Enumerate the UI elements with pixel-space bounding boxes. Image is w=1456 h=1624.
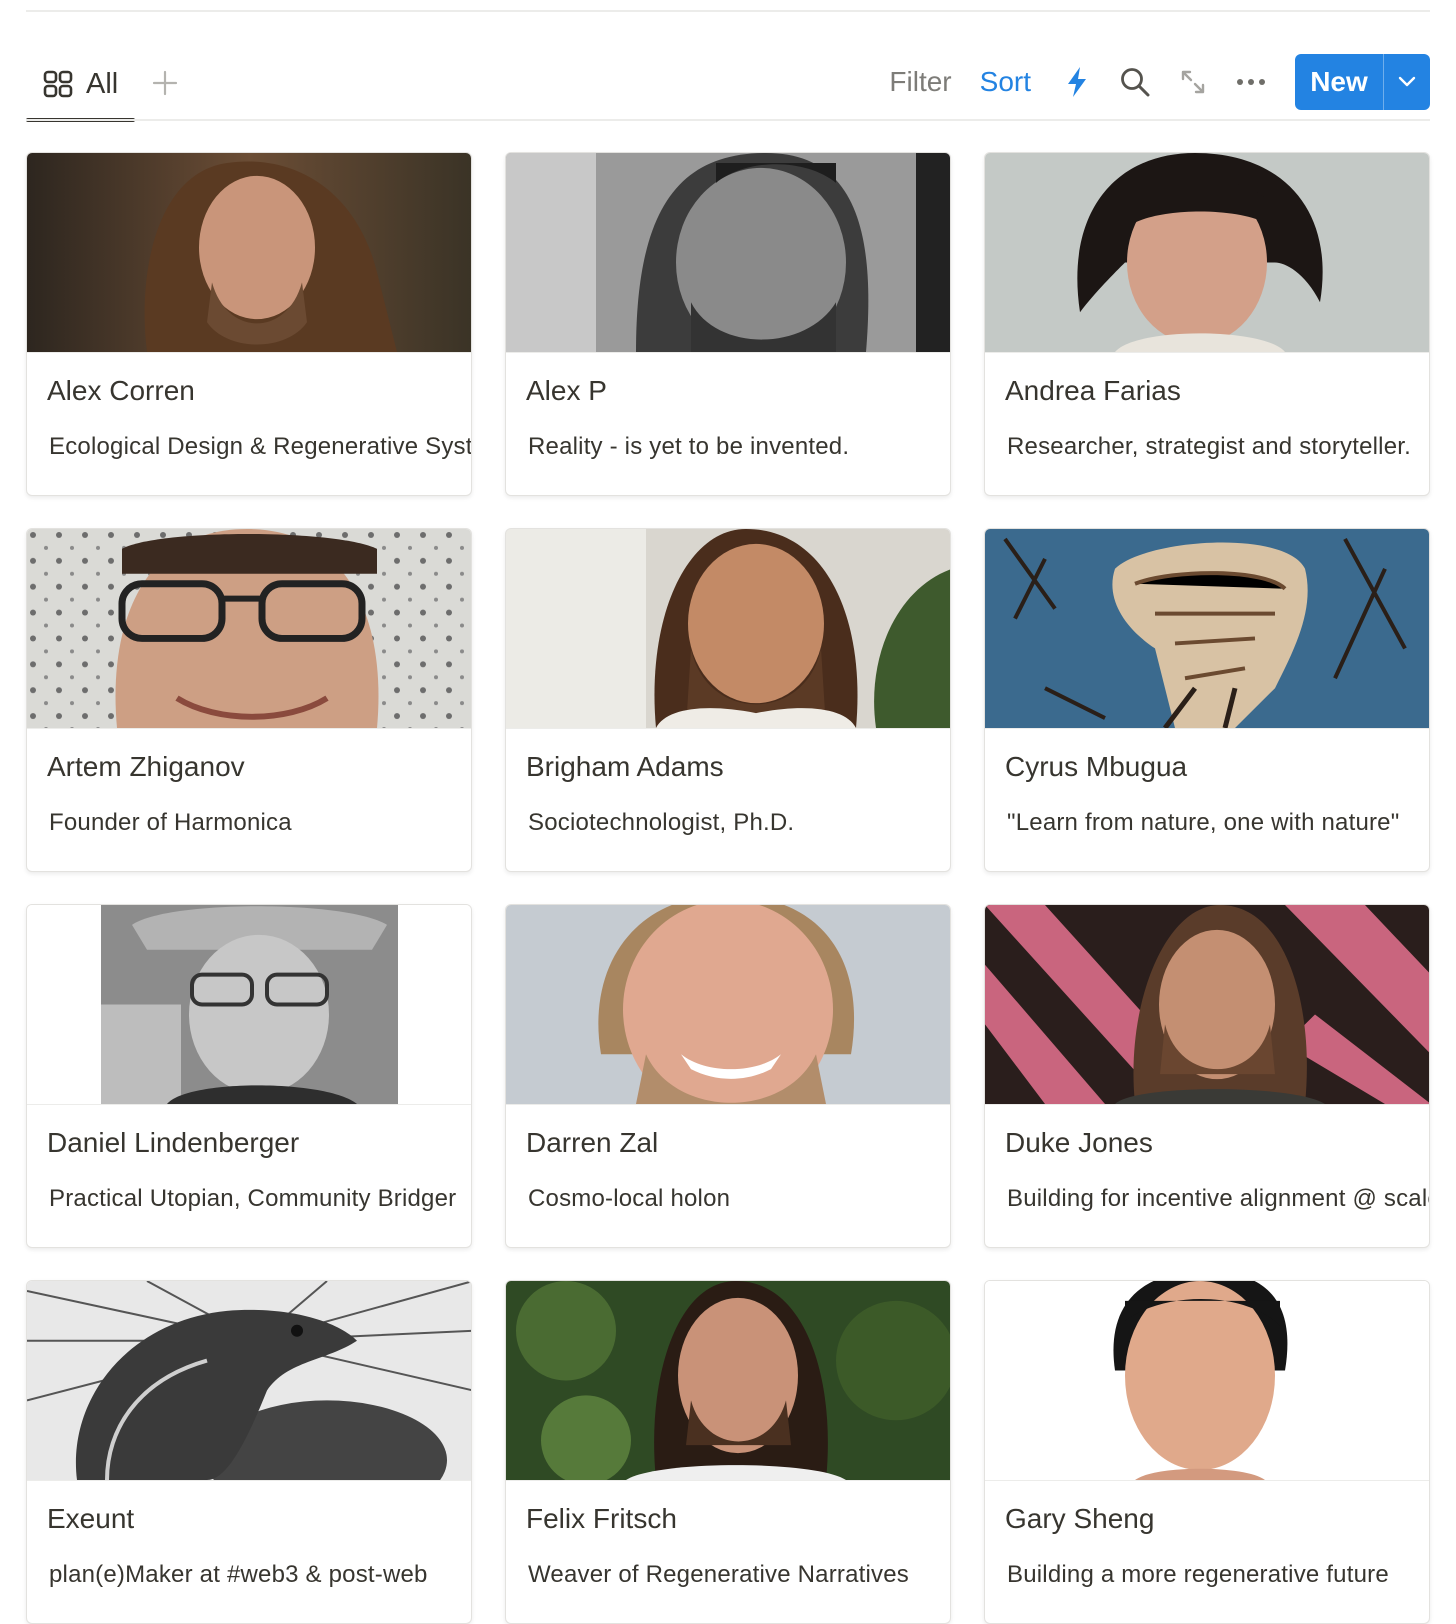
chevron-down-icon — [1398, 76, 1416, 87]
gallery-card[interactable]: Alex Corren Ecological Design & Regenera… — [26, 152, 472, 496]
card-description: Founder of Harmonica — [49, 809, 292, 836]
card-title: Alex Corren — [47, 375, 195, 406]
search-button[interactable] — [1117, 64, 1153, 100]
card-title: Cyrus Mbugua — [1005, 751, 1188, 782]
card-cover-photo — [27, 905, 471, 1105]
gallery-card[interactable]: Cyrus Mbugua "Learn from nature, one wit… — [984, 528, 1430, 872]
gallery-card[interactable]: Alex P Reality - is yet to be invented. — [505, 152, 951, 496]
card-title: Darren Zal — [526, 1127, 659, 1158]
expand-button[interactable] — [1175, 64, 1211, 100]
filter-button[interactable]: Filter — [889, 66, 951, 98]
card-description: Ecological Design & Regenerative Systems — [49, 433, 471, 460]
card-description: Building for incentive alignment @ scale — [1007, 1185, 1429, 1212]
automation-button[interactable] — [1059, 64, 1095, 100]
card-description: Reality - is yet to be invented. — [528, 433, 850, 460]
view-toolbar: All Filter Sort New — [26, 48, 1430, 122]
card-description: Cosmo-local holon — [528, 1185, 731, 1212]
view-tab-label: All — [86, 67, 119, 100]
lightning-icon — [1068, 67, 1086, 97]
search-icon — [1121, 68, 1150, 97]
card-description: "Learn from nature, one with nature" — [1007, 809, 1400, 836]
add-view-button[interactable] — [144, 62, 186, 104]
card-description: Practical Utopian, Community Bridger — [49, 1185, 457, 1212]
card-description: Weaver of Regenerative Narratives — [528, 1561, 909, 1588]
card-title: Daniel Lindenberger — [47, 1127, 300, 1158]
card-title: Brigham Adams — [526, 751, 724, 782]
card-title: Alex P — [526, 375, 607, 406]
card-title: Duke Jones — [1005, 1127, 1153, 1158]
gallery-card[interactable]: Darren Zal Cosmo-local holon — [505, 904, 951, 1248]
card-description: Researcher, strategist and storyteller. — [1007, 433, 1411, 460]
gallery-card[interactable]: Daniel Lindenberger Practical Utopian, C… — [26, 904, 472, 1248]
toolbar-divider — [26, 119, 1430, 121]
card-cover-photo — [27, 1281, 471, 1481]
card-cover-photo — [27, 529, 471, 729]
gallery-grid: Alex Corren Ecological Design & Regenera… — [26, 152, 1430, 1624]
sort-button[interactable]: Sort — [980, 66, 1031, 98]
card-description: plan(e)Maker at #web3 & post-web — [49, 1561, 428, 1588]
view-tab-all[interactable]: All — [26, 48, 134, 120]
expand-icon — [1181, 70, 1205, 94]
card-title: Artem Zhiganov — [47, 751, 245, 782]
more-icon — [1237, 79, 1265, 85]
card-cover-photo — [985, 1281, 1429, 1481]
gallery-card[interactable]: Andrea Farias Researcher, strategist and… — [984, 152, 1430, 496]
card-cover-photo — [985, 905, 1429, 1105]
card-cover-photo — [506, 529, 950, 729]
card-cover-photo — [506, 1281, 950, 1481]
more-options-button[interactable] — [1233, 64, 1269, 100]
gallery-card[interactable]: Duke Jones Building for incentive alignm… — [984, 904, 1430, 1248]
card-title: Andrea Farias — [1005, 375, 1181, 406]
gallery-card[interactable]: Exeunt plan(e)Maker at #web3 & post-web — [26, 1280, 472, 1624]
card-title: Felix Fritsch — [526, 1503, 677, 1534]
new-options-button[interactable] — [1384, 54, 1430, 110]
card-cover-photo — [506, 905, 950, 1105]
gallery-card[interactable]: Gary Sheng Building a more regenerative … — [984, 1280, 1430, 1624]
new-button[interactable]: New — [1295, 54, 1383, 110]
card-description: Building a more regenerative future — [1007, 1561, 1389, 1588]
card-cover-photo — [506, 153, 950, 353]
gallery-card[interactable]: Brigham Adams Sociotechnologist, Ph.D. — [505, 528, 951, 872]
card-description: Sociotechnologist, Ph.D. — [528, 809, 795, 836]
gallery-card[interactable]: Felix Fritsch Weaver of Regenerative Nar… — [505, 1280, 951, 1624]
plus-icon — [152, 70, 178, 96]
top-divider — [26, 10, 1430, 12]
new-button-group: New — [1295, 54, 1430, 110]
gallery-grid-icon — [43, 70, 73, 98]
card-cover-photo — [27, 153, 471, 353]
card-title: Gary Sheng — [1005, 1503, 1155, 1534]
card-cover-photo — [985, 529, 1429, 729]
card-cover-photo — [985, 153, 1429, 353]
card-title: Exeunt — [47, 1503, 135, 1534]
gallery-card[interactable]: Artem Zhiganov Founder of Harmonica — [26, 528, 472, 872]
